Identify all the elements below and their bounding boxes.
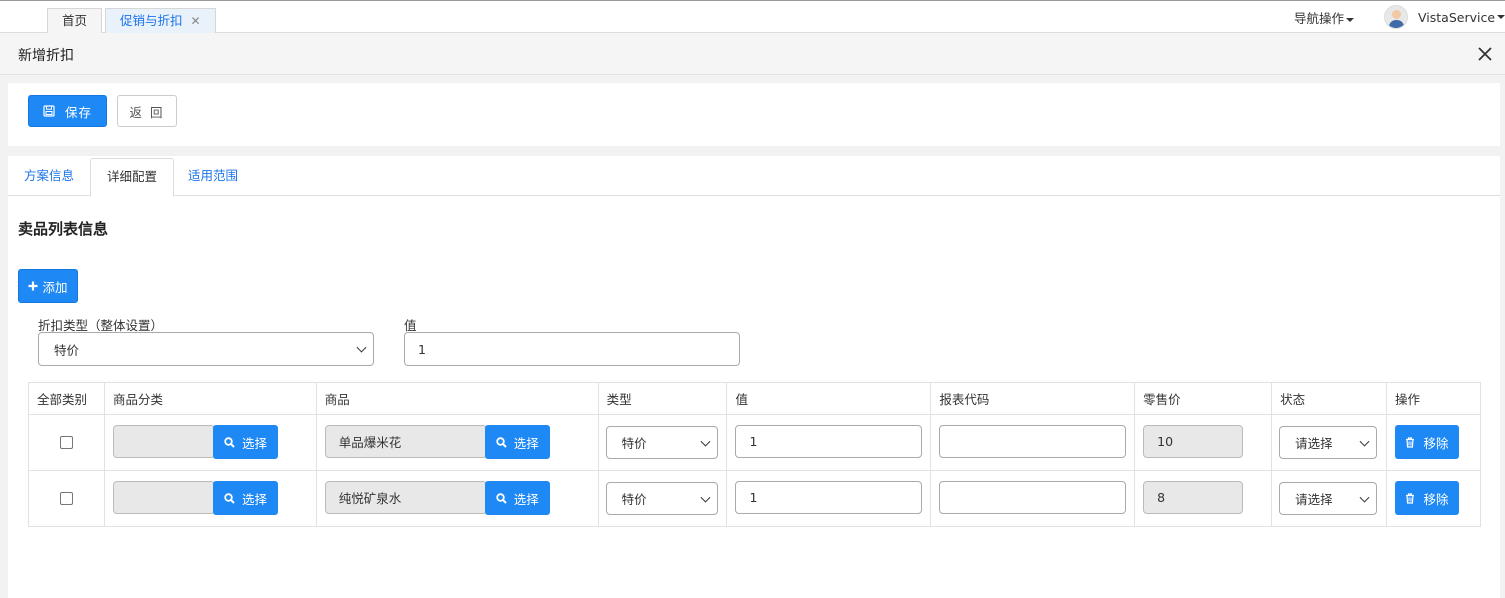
retail-price-text: 8 [1157,490,1166,505]
user-name: VistaService [1418,9,1496,25]
search-icon [496,436,507,448]
select-product-button[interactable]: 选择 [484,425,550,459]
remove-button[interactable]: 移除 [1395,481,1459,515]
save-button[interactable]: 保存 [28,95,107,127]
tab-detail-config[interactable]: 详细配置 [90,158,175,197]
select-product-button[interactable]: 选择 [484,481,550,515]
close-icon[interactable] [1477,46,1493,62]
top-bar: 首页 促销与折扣 ✕ 导航操作 VistaService [0,0,1505,33]
top-tab-promotion-label: 促销与折扣 [120,13,183,28]
close-tab-icon[interactable]: ✕ [191,14,201,28]
user-menu[interactable]: VistaService [1384,5,1505,29]
product-input[interactable]: 单品爆米花 [324,425,487,458]
tab-bar: 方案信息 详细配置 适用范围 [8,156,1500,197]
discount-type-select[interactable]: 特价 [38,332,374,366]
trash-icon [1405,436,1415,448]
col-retail-price: 零售价 [1134,382,1273,415]
row-value-text: 1 [749,490,758,505]
top-tab-promotion[interactable]: 促销与折扣 ✕ [105,8,216,33]
col-product: 商品 [315,382,599,415]
select-category-button[interactable]: 选择 [212,481,278,515]
top-tab-home-label: 首页 [62,13,88,28]
remove-button[interactable]: 移除 [1395,425,1459,459]
nav-ops-label: 导航操作 [1294,11,1345,26]
row-checkbox[interactable] [60,492,73,505]
trash-icon [1405,492,1415,504]
remove-label: 移除 [1423,435,1449,451]
category-input[interactable] [112,425,215,458]
toolbar: 保存 返 回 [8,83,1500,146]
chevron-down-icon [700,436,711,447]
type-value: 特价 [621,436,647,451]
row-checkbox[interactable] [60,436,73,449]
chevron-down-icon [1359,492,1370,503]
add-button[interactable]: 添加 [18,269,78,303]
section-title: 卖品列表信息 [18,220,109,238]
col-product-category: 商品分类 [103,382,317,415]
table-header-row: 全部类别 商品分类 商品 类型 值 报表代码 零售价 状态 操作 [28,382,1481,415]
content-panel: 方案信息 详细配置 适用范围 卖品列表信息 添加 折扣类型（整体设置） 特价 值… [8,156,1500,598]
col-all-categories: 全部类别 [28,382,105,415]
top-tab-home[interactable]: 首页 [47,8,103,33]
product-value: 纯悦矿泉水 [338,491,402,506]
retail-price-input: 10 [1143,425,1244,458]
retail-price-input: 8 [1143,481,1244,514]
col-value: 值 [726,382,932,415]
retail-price-text: 10 [1157,434,1174,449]
search-icon [224,436,235,448]
plus-icon [28,281,38,291]
table-row: 选择 纯悦矿泉水 选择 特价 1 8 请选择 移除 [28,470,1481,527]
caret-down-icon [1346,17,1355,22]
add-label: 添加 [42,279,68,295]
page-title: 新增折扣 [18,48,74,64]
tab-scope[interactable]: 适用范围 [172,158,254,197]
avatar [1384,5,1408,29]
save-label: 保存 [64,104,92,120]
col-actions: 操作 [1386,382,1481,415]
value-input[interactable]: 1 [404,332,740,366]
col-type: 类型 [597,382,728,415]
table-row: 选择 单品爆米花 选择 特价 1 10 请选择 移除 [28,414,1481,471]
chevron-down-icon [1359,436,1370,447]
row-value-input[interactable]: 1 [735,481,923,514]
type-select[interactable]: 特价 [605,482,718,515]
status-select[interactable]: 请选择 [1279,482,1378,515]
product-table: 全部类别 商品分类 商品 类型 值 报表代码 零售价 状态 操作 选择 单品爆米… [28,382,1481,527]
search-icon [496,492,507,504]
select-label: 选择 [513,435,539,451]
remove-label: 移除 [1423,491,1449,507]
select-label: 选择 [513,491,539,507]
select-category-button[interactable]: 选择 [212,425,278,459]
select-label: 选择 [241,435,267,451]
row-value-text: 1 [749,434,758,449]
select-label: 选择 [241,491,267,507]
value-input-text: 1 [418,341,426,357]
status-value: 请选择 [1295,492,1333,507]
report-code-input[interactable] [939,481,1127,514]
category-input[interactable] [112,481,215,514]
back-button[interactable]: 返 回 [117,95,177,127]
panel-header: 新增折扣 [0,33,1505,75]
tab-plan-info[interactable]: 方案信息 [8,158,90,197]
chevron-down-icon [700,492,711,503]
status-value: 请选择 [1295,436,1333,451]
status-select[interactable]: 请选择 [1279,426,1378,459]
search-icon [224,492,235,504]
caret-down-icon [1497,15,1505,19]
row-value-input[interactable]: 1 [735,425,923,458]
save-icon [43,105,55,117]
nav-ops-dropdown[interactable]: 导航操作 [1294,8,1355,27]
report-code-input[interactable] [939,425,1127,458]
product-value: 单品爆米花 [338,435,402,450]
chevron-down-icon [356,342,367,353]
type-value: 特价 [621,492,647,507]
back-label: 返 回 [129,104,165,120]
discount-type-value: 特价 [54,342,80,358]
col-status: 状态 [1271,382,1387,415]
type-select[interactable]: 特价 [605,426,718,459]
col-report-code: 报表代码 [930,382,1136,415]
product-input[interactable]: 纯悦矿泉水 [324,481,487,514]
